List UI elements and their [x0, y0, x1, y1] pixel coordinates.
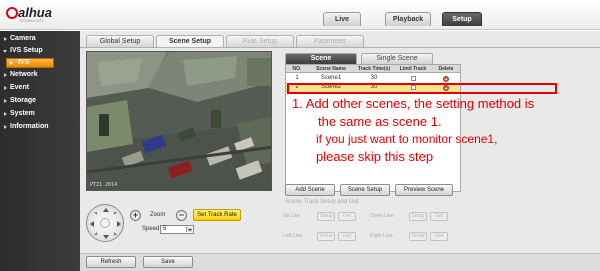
arrow-right-icon[interactable] [117, 221, 121, 227]
logo-subtext: TECHNOLOGY [19, 19, 44, 23]
chevron-right-icon [4, 99, 7, 103]
column-header-scene-name: Scene Name [308, 65, 354, 73]
chevron-right-icon [4, 37, 7, 41]
tab-live[interactable]: Live [323, 12, 361, 26]
chevron-right-icon [4, 112, 7, 116]
sidebar-item-label: Network [10, 71, 38, 78]
right-line-get-button[interactable]: Get [430, 232, 448, 241]
column-header-delete: Delete [432, 65, 460, 73]
set-track-rate-button[interactable]: Set Track Rate [193, 209, 241, 221]
up-line-label: Up Line [283, 213, 301, 219]
annotation-highlight-box [287, 83, 557, 94]
sidebar-item-ivs-setup[interactable]: IVS Setup [0, 45, 80, 57]
preview-scene-button[interactable]: Preview Scene [395, 184, 453, 196]
arrow-down-left-icon[interactable] [94, 232, 97, 235]
annotation-line-4: please skip this step [316, 149, 434, 164]
zoom-label: Zoom [150, 212, 166, 218]
sidebar-item-label: Storage [10, 97, 37, 104]
sidebar-item-label: IVS [18, 59, 30, 66]
delete-icon[interactable] [443, 76, 449, 82]
chevron-down-icon [186, 227, 192, 232]
track-setup-title: Scene Track Setup and Get [285, 199, 359, 205]
column-header-limit-track: Limit Track [394, 65, 432, 73]
sidebar-item-ivs[interactable]: IVS [6, 58, 54, 68]
chevron-down-icon [3, 50, 7, 53]
refresh-button[interactable]: Refresh [86, 256, 136, 268]
add-scene-button[interactable]: Add Scene [285, 184, 335, 196]
main-content: Global Setup Scene Setup Rule Setup Para… [80, 31, 600, 271]
limit-track-checkbox[interactable] [411, 76, 416, 81]
sidebar-item-information[interactable]: Information [0, 121, 80, 133]
sidebar: Camera IVS Setup IVS Network Event Stora… [0, 31, 80, 271]
tab-scene-setup[interactable]: Scene Setup [156, 35, 224, 47]
left-line-label: Left Line [283, 233, 303, 239]
sidebar-item-storage[interactable]: Storage [0, 95, 80, 107]
chevron-right-icon [4, 73, 7, 77]
table-cell-track-time[interactable]: 30 [354, 74, 394, 83]
speed-label: Speed [142, 226, 160, 232]
tab-playback[interactable]: Playback [385, 12, 431, 26]
arrow-down-right-icon[interactable] [114, 232, 117, 235]
dahua-logo: alhua TECHNOLOGY [5, 3, 65, 23]
sidebar-item-event[interactable]: Event [0, 82, 80, 94]
ptz-direction-pad[interactable] [86, 204, 124, 242]
tab-setup[interactable]: Setup [442, 12, 482, 26]
tab-parameter[interactable]: Parameter [296, 35, 364, 47]
video-timestamp: PTZ1 2014 [90, 182, 118, 188]
arrow-left-icon[interactable] [90, 221, 94, 227]
camera-scene-image [87, 52, 271, 190]
sidebar-item-label: Information [10, 123, 49, 130]
logo-text: alhua [18, 5, 52, 20]
tab-rule-setup[interactable]: Rule Setup [226, 35, 294, 47]
arrow-up-right-icon[interactable] [114, 212, 117, 215]
sidebar-item-label: Event [10, 84, 30, 91]
left-line-setup-button[interactable]: Setup [317, 232, 335, 241]
video-preview[interactable]: PTZ1 2014 [86, 51, 272, 191]
sidebar-item-label: IVS Setup [10, 47, 43, 54]
arrow-up-left-icon[interactable] [94, 212, 97, 215]
sidebar-item-network[interactable]: Network [0, 69, 80, 81]
sidebar-item-label: System [10, 110, 35, 117]
tab-divider [80, 47, 600, 48]
tab-scene[interactable]: Scene [285, 53, 357, 64]
tab-global-setup[interactable]: Global Setup [86, 35, 154, 47]
down-line-get-button[interactable]: Get [430, 212, 448, 221]
save-button[interactable]: Save [143, 256, 193, 268]
up-line-get-button[interactable]: Get [338, 212, 356, 221]
down-line-setup-button[interactable]: Setup [409, 212, 427, 221]
column-header-track-time: Track Time(s) [354, 65, 394, 73]
up-line-setup-button[interactable]: Setup [317, 212, 335, 221]
top-header: alhua TECHNOLOGY Live Playback Setup [0, 0, 600, 30]
column-header-no: NO. [286, 65, 308, 73]
right-line-label: Right Line [370, 233, 393, 239]
table-cell-no: 1 [295, 75, 299, 81]
sidebar-item-label: Camera [10, 35, 36, 42]
chevron-right-icon [10, 61, 13, 65]
annotation-line-1: 1. Add other scenes, the setting method … [292, 96, 535, 111]
sidebar-item-camera[interactable]: Camera [0, 33, 80, 45]
speed-select[interactable]: 5 [160, 225, 194, 234]
arrow-down-icon[interactable] [103, 235, 109, 239]
down-line-label: Down Line [370, 213, 394, 219]
tab-single-scene[interactable]: Single Scene [361, 53, 433, 64]
annotation-line-3: if you just want to monitor scene1, [316, 132, 498, 146]
scene-setup-button[interactable]: Scene Setup [340, 184, 390, 196]
zoom-in-button[interactable]: + [130, 210, 141, 221]
arrow-up-icon[interactable] [103, 208, 109, 212]
left-line-get-button[interactable]: Get [338, 232, 356, 241]
table-cell-scene-name[interactable]: Scene1 [308, 74, 354, 83]
zoom-out-button[interactable]: − [176, 210, 187, 221]
annotation-line-2: the same as scene 1. [318, 114, 442, 129]
speed-value: 5 [163, 226, 167, 232]
right-line-setup-button[interactable]: Setup [409, 232, 427, 241]
chevron-right-icon [4, 125, 7, 129]
sidebar-item-system[interactable]: System [0, 108, 80, 120]
chevron-right-icon [4, 86, 7, 90]
ptz-center-button[interactable] [100, 218, 110, 228]
